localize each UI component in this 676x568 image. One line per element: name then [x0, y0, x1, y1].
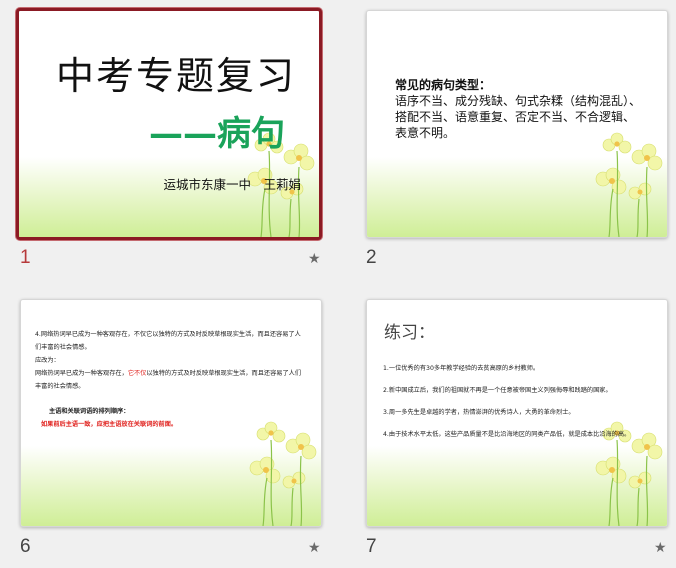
slide-thumbnail-6[interactable]: 4.网络热词早已成为一种客观存在，不仅它以独特的方式及时反映草根现实生活，而且还… — [20, 299, 322, 527]
sentence-original: 4.网络热词早已成为一种客观存在，不仅它以独特的方式及时反映草根现实生活，而且还… — [35, 331, 301, 351]
slide-number-1: 1 — [20, 247, 31, 268]
sentence-corrected: 网络热词早已成为一种客观存在，它不仅以独特的方式及时反映草根现实生活，而且还容易… — [35, 367, 305, 393]
star-icon[interactable]: ★ — [654, 541, 667, 555]
list-item: 1.一位优秀的有30多年教学经验的去贫高原的乡村教师。 — [383, 365, 540, 372]
correction-label: 应改为： — [35, 357, 60, 364]
slide-title: 中考专题复习 — [55, 54, 296, 98]
star-icon[interactable]: ★ — [308, 252, 321, 266]
slide-thumbnail-1[interactable]: 中考专题复习 ——病句 运城市东康一中 王莉娟 — [16, 8, 322, 240]
star-icon[interactable]: ★ — [308, 541, 321, 555]
slide-author: 运城市东康一中 王莉娟 — [163, 177, 301, 192]
slide-title: 练习： — [384, 323, 435, 343]
list-item: 3.周一多先生是卓越的学者，热情澎湃的优秀诗人，大勇的革命烈士。 — [383, 409, 575, 416]
slide-heading: 常见的病句类型： — [395, 78, 492, 92]
corrected-part-a: 网络热词早已成为一种客观存在， — [35, 370, 128, 377]
list-item: 4.由于技术水平太低，这些产品质量不是比沿海地区的同类产品低，就是成本比沿海的高… — [383, 431, 631, 438]
slide-thumbnail-2[interactable]: 常见的病句类型： 语序不当、成分残缺、句式杂糅（结构混乱）、搭配不当、语意重复、… — [366, 10, 668, 238]
list-item: 2.新中国成立后，我们的祖国就不再是一个任意被帝国主义列强侮辱和践踏的国家。 — [383, 387, 612, 394]
slide-content: 4.网络热词早已成为一种客观存在，不仅它以独特的方式及时反映草根现实生活，而且还… — [35, 328, 305, 431]
exercise-list: 1.一位优秀的有30多年教学经验的去贫高原的乡村教师。 2.新中国成立后，我们的… — [383, 362, 655, 450]
rule-heading: 主语和关联词语的排列顺序： — [49, 408, 130, 415]
corrected-highlight: 它不仅 — [127, 370, 147, 377]
slide-thumbnail-7[interactable]: 练习： 1.一位优秀的有30多年教学经验的去贫高原的乡村教师。 2.新中国成立后… — [366, 299, 668, 527]
rule-body: 如果前后主语一致，应把主语放在关联词的前面。 — [41, 421, 178, 428]
slide-number-2: 2 — [366, 247, 377, 268]
slide-number-7: 7 — [366, 536, 377, 557]
slide-body: 语序不当、成分残缺、句式杂糅（结构混乱）、搭配不当、语意重复、否定不当、不合逻辑… — [395, 94, 642, 140]
slide-number-6: 6 — [20, 536, 31, 557]
slide-subtitle: ——病句 — [149, 114, 285, 154]
